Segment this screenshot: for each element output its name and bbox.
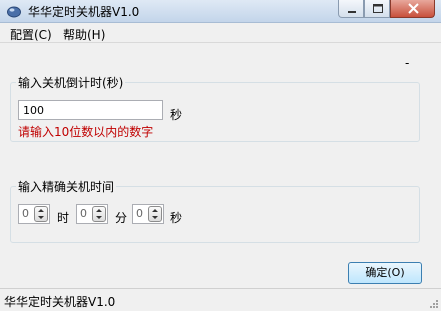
countdown-seconds-input[interactable] bbox=[18, 100, 163, 120]
minute-spinner[interactable]: 0 bbox=[76, 204, 108, 224]
hour-unit-label: 时 bbox=[57, 211, 70, 225]
window-title: 华华定时关机器V1.0 bbox=[28, 5, 140, 19]
menu-bar: 配置(C) 帮助(H) bbox=[0, 23, 441, 43]
hour-value: 0 bbox=[22, 207, 29, 220]
dash-mark: - bbox=[405, 56, 410, 70]
second-value: 0 bbox=[136, 207, 143, 220]
exact-time-group-label: 输入精确关机时间 bbox=[16, 178, 117, 195]
countdown-group-label: 输入关机倒计时(秒) bbox=[16, 74, 126, 91]
status-text: 华华定时关机器V1.0 bbox=[4, 295, 116, 309]
minute-spin-buttons[interactable] bbox=[92, 206, 106, 222]
spin-arrows-icon bbox=[38, 209, 44, 219]
resize-grip-icon[interactable] bbox=[429, 299, 439, 309]
close-icon bbox=[408, 3, 419, 14]
minimize-button[interactable] bbox=[338, 0, 364, 18]
minute-unit-label: 分 bbox=[115, 211, 128, 225]
spin-arrows-icon bbox=[96, 209, 102, 219]
close-button[interactable] bbox=[390, 0, 435, 18]
minimize-icon bbox=[348, 11, 356, 13]
menu-help[interactable]: 帮助(H) bbox=[63, 26, 105, 43]
second-spin-buttons[interactable] bbox=[148, 206, 162, 222]
countdown-hint: 请输入10位数以内的数字 bbox=[18, 125, 154, 139]
maximize-button[interactable] bbox=[364, 0, 390, 18]
hour-spinner[interactable]: 0 bbox=[18, 204, 50, 224]
ok-button[interactable]: 确定(O) bbox=[348, 262, 422, 284]
minute-value: 0 bbox=[80, 207, 87, 220]
app-icon bbox=[7, 6, 21, 18]
menu-config[interactable]: 配置(C) bbox=[10, 26, 52, 43]
status-bar: 华华定时关机器V1.0 bbox=[0, 288, 441, 311]
second-spinner[interactable]: 0 bbox=[132, 204, 164, 224]
hour-spin-buttons[interactable] bbox=[34, 206, 48, 222]
maximize-icon bbox=[373, 4, 383, 13]
second-unit-label: 秒 bbox=[170, 211, 183, 225]
title-bar[interactable]: 华华定时关机器V1.0 bbox=[0, 0, 441, 23]
spin-arrows-icon bbox=[152, 209, 158, 219]
countdown-unit-label: 秒 bbox=[170, 108, 183, 122]
